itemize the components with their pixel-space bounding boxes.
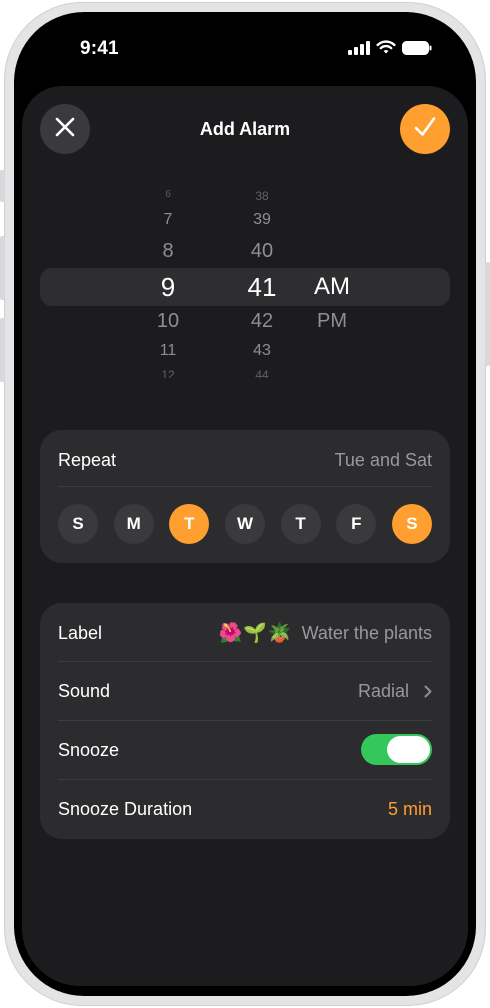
repeat-value: Tue and Sat	[334, 450, 432, 470]
minute-option: 43	[253, 342, 271, 359]
snooze-row: Snooze	[40, 720, 450, 779]
chevron-right-icon	[424, 682, 432, 703]
label-row-label: Label	[58, 623, 103, 643]
repeat-card: Repeat Tue and Sat S M T W T F S	[40, 430, 450, 563]
period-option: PM	[317, 310, 347, 332]
day-toggle-friday[interactable]: F	[336, 504, 377, 544]
status-time: 9:41	[80, 38, 119, 59]
minute-option: 42	[250, 310, 274, 332]
volume-up-button	[0, 236, 5, 300]
sound-row-value: Radial	[358, 681, 432, 703]
minute-wheel[interactable]: 38 39 40 41 42 43 44	[240, 186, 284, 386]
minute-option: 38	[255, 189, 269, 203]
repeat-label: Repeat	[58, 450, 117, 470]
hour-option: 12	[161, 369, 175, 378]
hour-option: 6	[165, 189, 171, 200]
snooze-duration-row[interactable]: Snooze Duration 5 min	[40, 779, 450, 839]
hour-option: 7	[163, 211, 173, 228]
checkmark-icon	[413, 115, 437, 144]
battery-icon	[402, 40, 432, 60]
selected-period: AM	[314, 273, 350, 300]
day-toggle-sunday[interactable]: S	[58, 504, 98, 544]
volume-down-button	[0, 318, 5, 382]
day-toggle-wednesday[interactable]: W	[224, 504, 265, 544]
minute-option: 44	[255, 369, 269, 378]
minute-option: 39	[253, 211, 271, 228]
snooze-duration-value: 5 min	[387, 799, 432, 819]
wifi-icon	[376, 40, 396, 60]
snooze-toggle[interactable]	[361, 734, 432, 765]
hour-option: 10	[156, 310, 180, 332]
sound-row[interactable]: Sound Radial	[40, 661, 450, 720]
cellular-signal-icon	[348, 40, 370, 60]
alarm-label-text: Water the plants	[301, 623, 432, 643]
snooze-row-label: Snooze	[58, 740, 120, 760]
period-wheel[interactable]: AM PM	[306, 186, 358, 386]
hour-option: 8	[162, 240, 174, 262]
day-toggle-thursday[interactable]: T	[280, 504, 321, 544]
screen: 9:41 Add Alarm 6 7 8 9 10 11 12 38 39 40…	[22, 22, 468, 986]
minute-option: 40	[250, 240, 274, 262]
confirm-button[interactable]	[400, 104, 450, 154]
label-row-value: 🌺🌱🪴 Water the plants	[219, 621, 432, 645]
day-toggle-monday[interactable]: M	[113, 504, 154, 544]
snooze-duration-label: Snooze Duration	[58, 799, 193, 819]
plant-emoji: 🌺🌱🪴	[218, 623, 293, 644]
status-icons	[348, 40, 432, 60]
toggle-knob	[387, 736, 430, 763]
selected-minute: 41	[247, 272, 277, 302]
selected-hour: 9	[160, 272, 176, 302]
hour-wheel[interactable]: 6 7 8 9 10 11 12	[148, 186, 188, 386]
weekday-selector: S M T W T F S	[58, 504, 432, 544]
hour-option: 11	[159, 342, 177, 359]
divider	[58, 486, 432, 487]
day-toggle-tuesday[interactable]: T	[169, 504, 210, 544]
add-alarm-sheet: Add Alarm 6 7 8 9 10 11 12 38 39 40 41 4…	[22, 86, 468, 986]
time-picker[interactable]: 6 7 8 9 10 11 12 38 39 40 41 42 43 44 AM…	[40, 186, 450, 386]
label-row[interactable]: Label 🌺🌱🪴 Water the plants	[40, 603, 450, 661]
side-button	[0, 170, 5, 202]
settings-card: Label 🌺🌱🪴 Water the plants Sound Radial	[40, 603, 450, 839]
power-button	[485, 262, 490, 366]
sound-value: Radial	[357, 681, 409, 701]
day-toggle-saturday[interactable]: S	[391, 504, 432, 544]
sound-row-label: Sound	[58, 681, 111, 701]
